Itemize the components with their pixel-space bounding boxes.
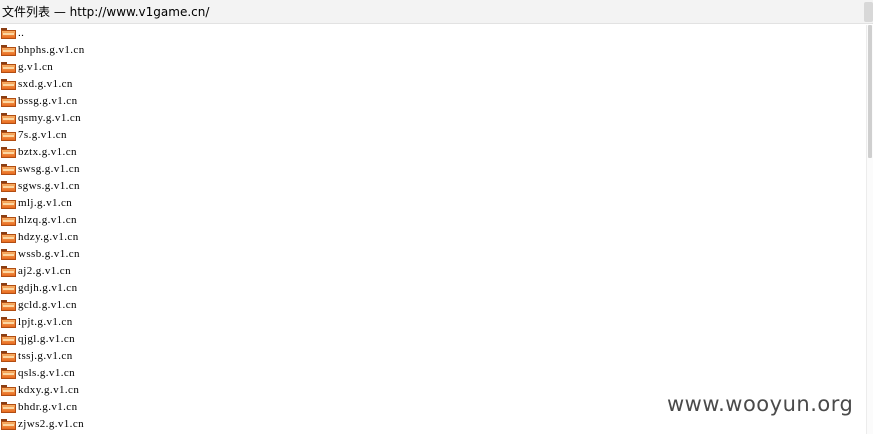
folder-icon (1, 283, 16, 294)
folder-icon (1, 181, 16, 192)
list-item[interactable]: .. (0, 25, 860, 42)
list-item[interactable]: gdjh.g.v1.cn (0, 280, 860, 297)
list-item[interactable]: hdzy.g.v1.cn (0, 229, 860, 246)
scrollbar-thumb[interactable] (868, 25, 872, 158)
list-item-label: bhdr.g.v1.cn (18, 401, 78, 413)
folder-icon (1, 198, 16, 209)
folder-icon (1, 215, 16, 226)
list-item[interactable]: bztx.g.v1.cn (0, 144, 860, 161)
vertical-scrollbar[interactable] (866, 25, 873, 434)
list-item[interactable]: zjws2.g.v1.cn (0, 416, 860, 433)
folder-icon (1, 266, 16, 277)
folder-icon (1, 28, 16, 39)
list-item-label: qsls.g.v1.cn (18, 367, 76, 379)
list-item-label: bssg.g.v1.cn (18, 95, 78, 107)
list-item-label: mlj.g.v1.cn (18, 197, 73, 209)
list-item[interactable]: g.v1.cn (0, 59, 860, 76)
list-item-label: wssb.g.v1.cn (18, 248, 80, 260)
list-item[interactable]: sgws.g.v1.cn (0, 178, 860, 195)
folder-icon (1, 334, 16, 345)
list-item-label: swsg.g.v1.cn (18, 163, 80, 175)
title-bar: 文件列表 — http://www.v1game.cn/ (0, 0, 873, 24)
list-item[interactable]: qsls.g.v1.cn (0, 365, 860, 382)
file-list-window: 文件列表 — http://www.v1game.cn/ .. bhphs.g.v… (0, 0, 873, 434)
list-item[interactable]: bssg.g.v1.cn (0, 93, 860, 110)
folder-icon (1, 147, 16, 158)
list-item-label: sgws.g.v1.cn (18, 180, 80, 192)
list-item-label: g.v1.cn (18, 61, 54, 73)
list-item-label: gcld.g.v1.cn (18, 299, 77, 311)
file-list: .. bhphs.g.v1.cn g.v1.cn sxd.g.v1.cn bssg.g.… (0, 25, 866, 434)
folder-icon (1, 249, 16, 260)
list-item-label: lpjt.g.v1.cn (18, 316, 73, 328)
list-item-label: .. (18, 27, 25, 39)
list-item-label: kdxy.g.v1.cn (18, 384, 80, 396)
window-title: 文件列表 — http://www.v1game.cn/ (2, 5, 210, 19)
list-item-label: hdzy.g.v1.cn (18, 231, 79, 243)
list-item[interactable]: swsg.g.v1.cn (0, 161, 860, 178)
folder-icon (1, 164, 16, 175)
list-item-label: tssj.g.v1.cn (18, 350, 73, 362)
list-item-label: 7s.g.v1.cn (18, 129, 67, 141)
folder-icon (1, 402, 16, 413)
watermark-text: www.wooyun.org (667, 392, 854, 416)
list-item[interactable]: qjgl.g.v1.cn (0, 331, 860, 348)
list-item-label: qjgl.g.v1.cn (18, 333, 76, 345)
list-item-label: zjws2.g.v1.cn (18, 418, 84, 430)
folder-icon (1, 317, 16, 328)
list-item[interactable]: sxd.g.v1.cn (0, 76, 860, 93)
list-item[interactable]: aj2.g.v1.cn (0, 263, 860, 280)
folder-icon (1, 419, 16, 430)
list-item-label: gdjh.g.v1.cn (18, 282, 78, 294)
list-item[interactable]: wssb.g.v1.cn (0, 246, 860, 263)
list-item-label: qsmy.g.v1.cn (18, 112, 82, 124)
folder-icon (1, 385, 16, 396)
folder-icon (1, 62, 16, 73)
list-item[interactable]: lpjt.g.v1.cn (0, 314, 860, 331)
list-item[interactable]: 7s.g.v1.cn (0, 127, 860, 144)
folder-icon (1, 96, 16, 107)
list-item[interactable]: hlzq.g.v1.cn (0, 212, 860, 229)
folder-icon (1, 45, 16, 56)
list-item-label: bztx.g.v1.cn (18, 146, 77, 158)
list-item[interactable]: bhphs.g.v1.cn (0, 42, 860, 59)
folder-icon (1, 300, 16, 311)
list-item[interactable]: gcld.g.v1.cn (0, 297, 860, 314)
scroll-up-button[interactable] (864, 2, 873, 22)
folder-icon (1, 351, 16, 362)
folder-icon (1, 232, 16, 243)
folder-icon (1, 113, 16, 124)
list-item-label: aj2.g.v1.cn (18, 265, 71, 277)
list-item-label: bhphs.g.v1.cn (18, 44, 85, 56)
list-item-label: sxd.g.v1.cn (18, 78, 73, 90)
list-item[interactable]: mlj.g.v1.cn (0, 195, 860, 212)
list-item[interactable]: tssj.g.v1.cn (0, 348, 860, 365)
folder-icon (1, 79, 16, 90)
list-item[interactable]: qsmy.g.v1.cn (0, 110, 860, 127)
folder-icon (1, 368, 16, 379)
list-item-label: hlzq.g.v1.cn (18, 214, 77, 226)
folder-icon (1, 130, 16, 141)
